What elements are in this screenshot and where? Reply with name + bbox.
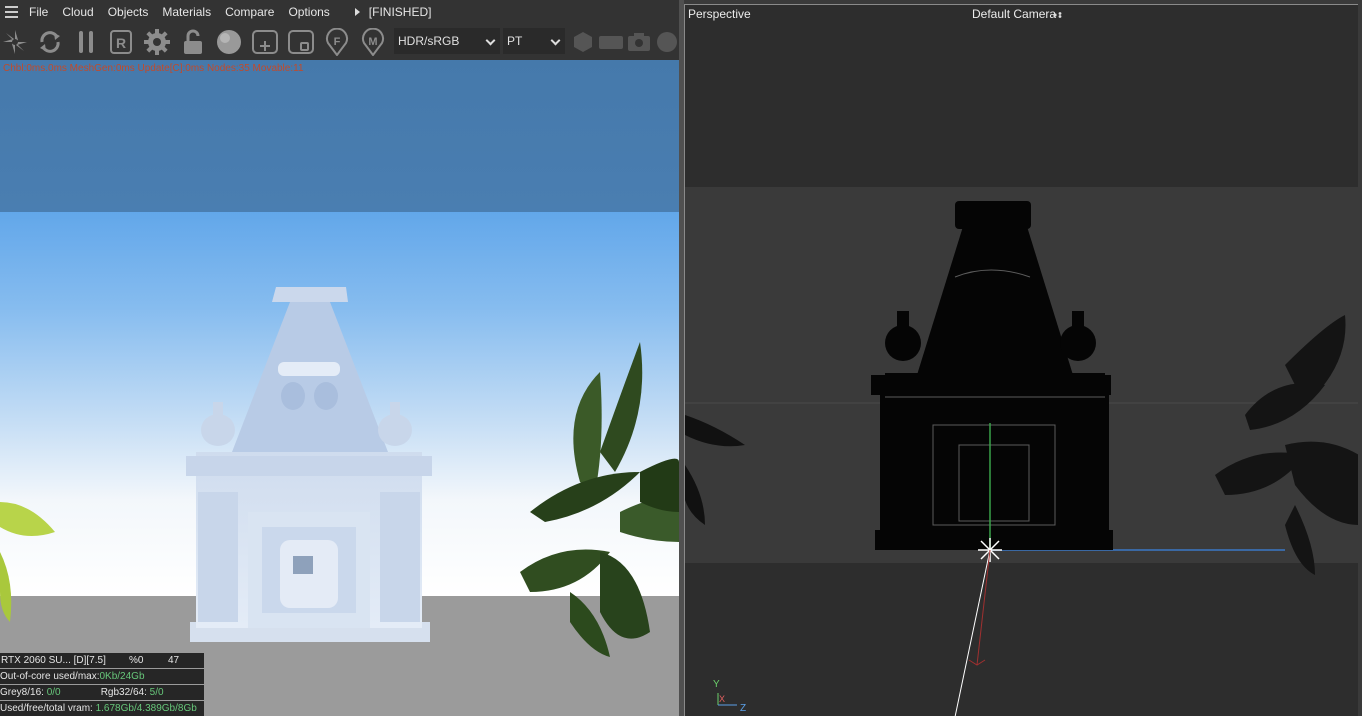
vram-row: Used/free/total vram: 1.678Gb/4.389Gb/8G… bbox=[0, 701, 204, 716]
kernel-select[interactable]: PT bbox=[503, 28, 565, 54]
menu-objects[interactable]: Objects bbox=[101, 0, 156, 24]
menu-cloud[interactable]: Cloud bbox=[55, 0, 100, 24]
settings-gear-icon[interactable] bbox=[142, 27, 172, 57]
focus-picker-icon[interactable]: F bbox=[322, 27, 352, 57]
send-scene-icon[interactable] bbox=[0, 27, 30, 57]
render-stats-text: Chbl:0ms.0ms MeshGen:0ms Update[C]:0ms N… bbox=[3, 63, 304, 74]
camera-options-icon[interactable] bbox=[1053, 12, 1063, 18]
plant-render-image bbox=[0, 342, 679, 657]
material-ball-icon[interactable] bbox=[214, 27, 244, 57]
gpu-utilization: %0 bbox=[129, 655, 144, 666]
menu-file[interactable]: File bbox=[22, 0, 55, 24]
viewport-scene bbox=[685, 5, 1358, 716]
render-status: [FINISHED] bbox=[368, 5, 432, 19]
tonemap-select[interactable]: HDR/sRGB bbox=[394, 28, 500, 54]
circle-icon[interactable] bbox=[652, 27, 682, 57]
region-render-icon[interactable]: R bbox=[106, 27, 136, 57]
gpu-device-row: RTX 2060 SU... [D][7.5] %0 47 bbox=[0, 653, 204, 668]
rgb-value: 5/0 bbox=[149, 687, 164, 698]
gpu-temperature: 47 bbox=[168, 655, 180, 666]
film-icon[interactable] bbox=[596, 27, 626, 57]
svg-text:R: R bbox=[116, 35, 126, 51]
vram-value: 1.678Gb/4.389Gb/8Gb bbox=[95, 703, 197, 714]
axis-label-y: Y bbox=[713, 679, 720, 690]
clear-region-icon[interactable] bbox=[286, 27, 316, 57]
svg-text:M: M bbox=[368, 36, 377, 48]
axis-label-z: Z bbox=[740, 703, 747, 714]
hexagon-icon[interactable] bbox=[568, 27, 598, 57]
tonemap-select-value: HDR/sRGB bbox=[398, 34, 460, 48]
menu-materials[interactable]: Materials bbox=[155, 0, 218, 24]
hamburger-menu-icon[interactable] bbox=[0, 0, 22, 24]
app-root: File Cloud Objects Materials Compare Opt… bbox=[0, 0, 1362, 716]
gpu-info-panel: RTX 2060 SU... [D][7.5] %0 47 Out-of-cor… bbox=[0, 653, 204, 716]
expand-arrow-icon[interactable] bbox=[354, 8, 360, 16]
live-viewer-panel: File Cloud Objects Materials Compare Opt… bbox=[0, 0, 679, 716]
kernel-select-value: PT bbox=[507, 34, 523, 48]
render-view[interactable]: Chbl:0ms.0ms MeshGen:0ms Update[C]:0ms N… bbox=[0, 60, 679, 716]
out-of-core-row: Out-of-core used/max: 0Kb/24Gb bbox=[0, 669, 204, 684]
camera-icon[interactable] bbox=[624, 27, 654, 57]
menu-options[interactable]: Options bbox=[281, 0, 336, 24]
viewer-toolbar: R F M HDR/sRGB PT bbox=[0, 24, 679, 60]
texture-count-row: Grey8/16: 0/0 Rgb32/64: 5/0 bbox=[0, 685, 204, 700]
pause-icon[interactable] bbox=[71, 27, 101, 57]
sky-top-band bbox=[0, 60, 679, 212]
chevron-down-icon bbox=[485, 35, 496, 46]
add-region-icon[interactable] bbox=[250, 27, 280, 57]
out-of-core-value: 0Kb/24Gb bbox=[99, 671, 145, 682]
axis-label-x: X bbox=[719, 694, 726, 704]
svg-text:F: F bbox=[334, 36, 341, 48]
grey-value: 0/0 bbox=[46, 687, 61, 698]
viewport-title: Perspective bbox=[688, 7, 751, 21]
gpu-device-name: RTX 2060 SU... [D][7.5] bbox=[1, 655, 106, 666]
perspective-viewport[interactable]: Perspective Default Camera Y X Z bbox=[684, 4, 1358, 716]
vram-label: Used/free/total vram: bbox=[0, 703, 93, 714]
out-of-core-label: Out-of-core used/max: bbox=[0, 671, 100, 682]
rgb-label: Rgb32/64: bbox=[100, 687, 147, 698]
camera-label[interactable]: Default Camera bbox=[972, 7, 1056, 21]
chevron-down-icon bbox=[550, 35, 561, 46]
restart-icon[interactable] bbox=[35, 27, 65, 57]
menu-bar: File Cloud Objects Materials Compare Opt… bbox=[0, 0, 679, 24]
menu-compare[interactable]: Compare bbox=[218, 0, 281, 24]
grey-label: Grey8/16: bbox=[0, 687, 44, 698]
lock-icon[interactable] bbox=[178, 27, 208, 57]
material-picker-icon[interactable]: M bbox=[358, 27, 388, 57]
